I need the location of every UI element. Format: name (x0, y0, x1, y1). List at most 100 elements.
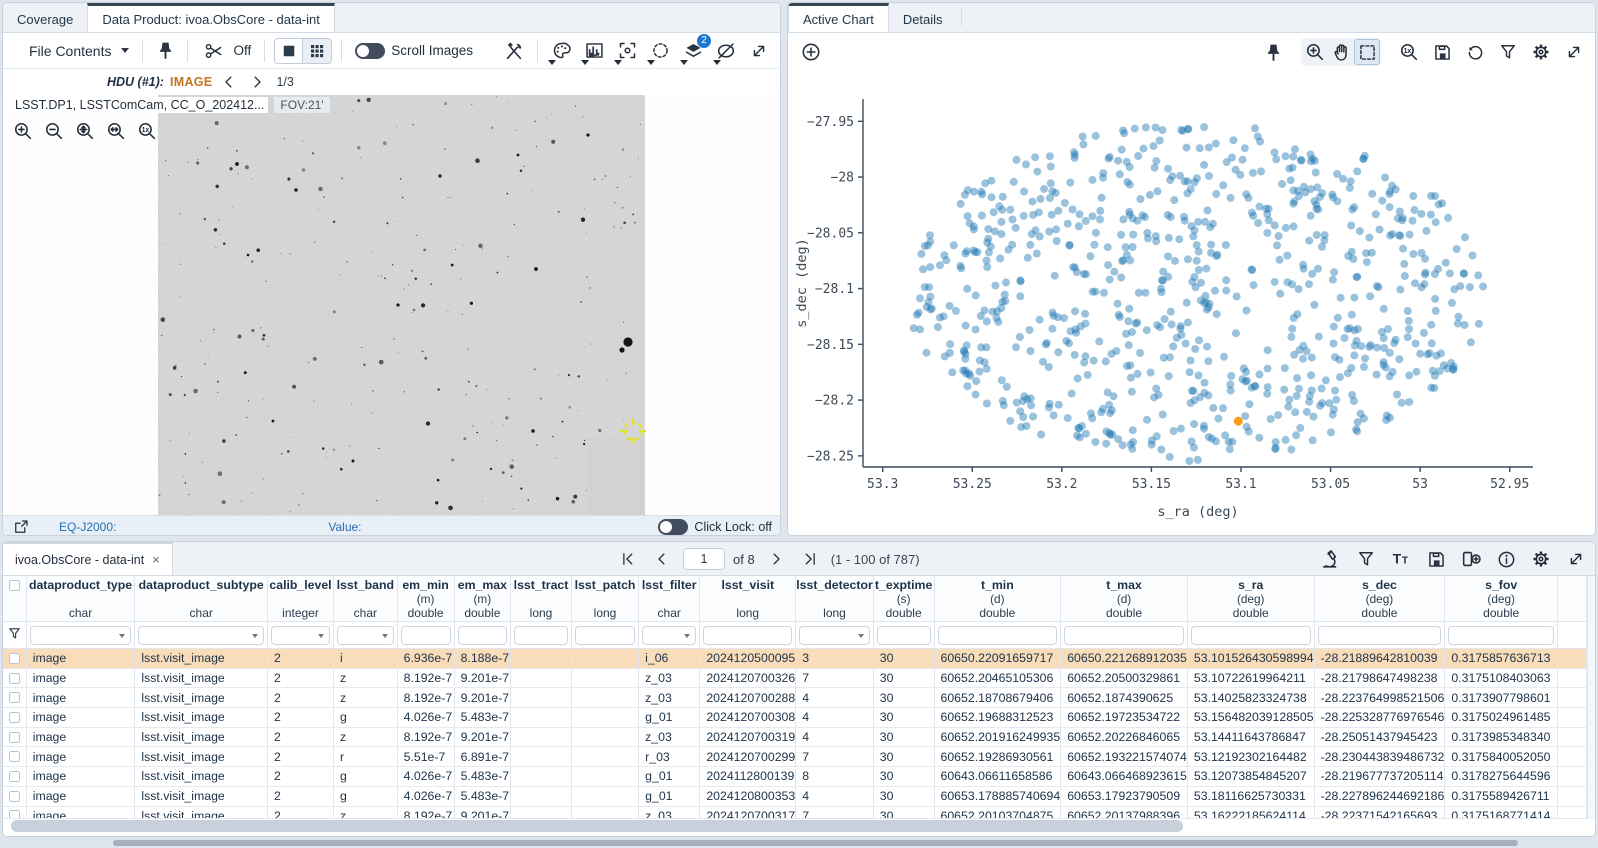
cell-lsst_tract[interactable] (511, 708, 572, 728)
cell-t_exptime[interactable]: 30 (873, 747, 934, 767)
cell-s_ra[interactable]: 53.156482039128505 (1187, 708, 1314, 728)
select-all-checkbox[interactable] (9, 580, 20, 591)
cell-lsst_band[interactable]: z (334, 688, 398, 708)
circle-select-icon[interactable] (647, 38, 673, 64)
cell-lsst_visit[interactable]: 2024120700308 (700, 708, 796, 728)
cell-dataproduct_subtype[interactable]: lsst.visit_image (135, 747, 268, 767)
table-row[interactable]: imagelsst.visit_image2g4.026e-75.483e-7g… (3, 786, 1587, 806)
cell-lsst_band[interactable]: r (334, 747, 398, 767)
cell-em_max[interactable]: 6.891e-7 (454, 747, 511, 767)
cell-lsst_visit[interactable]: 2024112800139 (700, 767, 796, 787)
cell-em_max[interactable]: 9.201e-7 (454, 806, 511, 819)
cell-lsst_detector[interactable]: 4 (796, 786, 874, 806)
filter-input-s_fov[interactable] (1448, 626, 1554, 645)
table-row[interactable]: imagelsst.visit_image2z8.192e-79.201e-7z… (3, 727, 1587, 747)
table-row[interactable]: imagelsst.visit_image2g4.026e-75.483e-7g… (3, 708, 1587, 728)
cell-t_min[interactable]: 60650.22091659717 (934, 649, 1061, 669)
cell-t_max[interactable]: 60652.20137988396 (1061, 806, 1188, 819)
cell-calib_level[interactable]: 2 (268, 649, 334, 669)
selected-point[interactable] (1234, 417, 1243, 426)
cell-calib_level[interactable]: 2 (268, 668, 334, 688)
cell-s_fov[interactable]: 0.3175589426711 (1445, 786, 1558, 806)
column-header-lsst_tract[interactable]: lsst_tract long (511, 576, 572, 622)
column-header-em_max[interactable]: em_max(m)double (454, 576, 511, 622)
pin-icon[interactable] (152, 38, 178, 64)
add-column-icon[interactable] (1458, 546, 1484, 572)
cell-t_exptime[interactable]: 30 (873, 668, 934, 688)
column-header-s_dec[interactable]: s_dec(deg)double (1314, 576, 1445, 622)
page-number-input[interactable] (683, 548, 725, 570)
cell-lsst_detector[interactable]: 4 (796, 727, 874, 747)
cell-dataproduct_subtype[interactable]: lsst.visit_image (135, 786, 268, 806)
tab-active-chart[interactable]: Active Chart (788, 3, 889, 32)
scroll-images-toggle[interactable]: Scroll Images (351, 41, 477, 61)
cell-lsst_filter[interactable]: r_03 (639, 747, 700, 767)
table-scroll-area[interactable]: dataproduct_type chardataproduct_subtype… (3, 576, 1587, 819)
cell-lsst_visit[interactable]: 2024120800353 (700, 786, 796, 806)
cell-t_max[interactable]: 60652.20226846065 (1061, 727, 1188, 747)
cell-dataproduct_subtype[interactable]: lsst.visit_image (135, 688, 268, 708)
column-header-t_exptime[interactable]: t_exptime(s)double (873, 576, 934, 622)
column-header-s_ra[interactable]: s_ra(deg)double (1187, 576, 1314, 622)
cell-lsst_tract[interactable] (511, 747, 572, 767)
cell-em_max[interactable]: 5.483e-7 (454, 767, 511, 787)
cell-lsst_filter[interactable]: z_03 (639, 688, 700, 708)
cell-calib_level[interactable]: 2 (268, 688, 334, 708)
cell-s_dec[interactable]: -28.25051437945423 (1314, 727, 1445, 747)
horizontal-scrollbar[interactable] (9, 819, 1589, 833)
cell-lsst_visit[interactable]: 2024120700326 (700, 668, 796, 688)
chevron-right-icon[interactable] (763, 546, 789, 572)
filter-input-lsst_band[interactable] (337, 626, 394, 645)
cell-s_fov[interactable]: 0.3175024961485 (1445, 708, 1558, 728)
cell-s_ra[interactable]: 53.14411643786847 (1187, 727, 1314, 747)
filter-input-em_min[interactable] (401, 626, 451, 645)
cell-lsst_filter[interactable]: g_01 (639, 708, 700, 728)
cell-lsst_visit[interactable]: 2024120700317 (700, 806, 796, 819)
unlink-icon[interactable] (713, 38, 739, 64)
cell-em_max[interactable]: 5.483e-7 (454, 708, 511, 728)
cell-lsst_band[interactable]: g (334, 708, 398, 728)
filter-input-lsst_patch[interactable] (575, 626, 635, 645)
cell-em_max[interactable]: 9.201e-7 (454, 668, 511, 688)
cell-dataproduct_subtype[interactable]: lsst.visit_image (135, 727, 268, 747)
cell-t_exptime[interactable]: 30 (873, 786, 934, 806)
cell-em_max[interactable]: 5.483e-7 (454, 786, 511, 806)
cell-em_min[interactable]: 4.026e-7 (397, 708, 454, 728)
cell-t_max[interactable]: 60653.17923790509 (1061, 786, 1188, 806)
cell-dataproduct_subtype[interactable]: lsst.visit_image (135, 767, 268, 787)
cell-calib_level[interactable]: 2 (268, 727, 334, 747)
cell-s_ra[interactable]: 53.12192302164482 (1187, 747, 1314, 767)
info-icon[interactable] (1493, 546, 1519, 572)
cell-dataproduct_type[interactable]: image (26, 786, 135, 806)
cell-t_min[interactable]: 60652.20103704875 (934, 806, 1061, 819)
table-row[interactable]: imagelsst.visit_image2r5.51e-76.891e-7r_… (3, 747, 1587, 767)
cell-s_dec[interactable]: -28.22371542165693 (1314, 806, 1445, 819)
filter-input-t_exptime[interactable] (877, 626, 931, 645)
chevron-right-icon[interactable] (246, 71, 268, 93)
cell-s_dec[interactable]: -28.219677737205114 (1314, 767, 1445, 787)
cell-lsst_patch[interactable] (571, 747, 638, 767)
table-row[interactable]: imagelsst.visit_image2z8.192e-79.201e-7z… (3, 668, 1587, 688)
filter-icon[interactable] (1353, 546, 1379, 572)
filter-input-lsst_tract[interactable] (514, 626, 568, 645)
cell-em_min[interactable]: 5.51e-7 (397, 747, 454, 767)
filter-input-lsst_visit[interactable] (703, 626, 792, 645)
cell-t_min[interactable]: 60643.06611658586 (934, 767, 1061, 787)
cell-dataproduct_type[interactable]: image (26, 806, 135, 819)
cell-lsst_detector[interactable]: 4 (796, 708, 874, 728)
row-checkbox[interactable] (9, 653, 20, 664)
file-contents-dropdown[interactable]: File Contents (25, 41, 133, 61)
cell-dataproduct_subtype[interactable]: lsst.visit_image (135, 708, 268, 728)
cell-lsst_patch[interactable] (571, 668, 638, 688)
cell-s_dec[interactable]: -28.227896244692186 (1314, 786, 1445, 806)
table-row[interactable]: imagelsst.visit_image2z8.192e-79.201e-7z… (3, 688, 1587, 708)
cell-dataproduct_subtype[interactable]: lsst.visit_image (135, 806, 268, 819)
gear-icon[interactable] (1528, 546, 1554, 572)
expand-icon[interactable] (1561, 39, 1587, 65)
cell-t_max[interactable]: 60652.20500329861 (1061, 668, 1188, 688)
cell-lsst_band[interactable]: i (334, 649, 398, 669)
cell-t_min[interactable]: 60652.19688312523 (934, 708, 1061, 728)
cell-t_max[interactable]: 60650.221268912035 (1061, 649, 1188, 669)
cell-t_exptime[interactable]: 30 (873, 806, 934, 819)
cell-t_max[interactable]: 60643.066468923615 (1061, 767, 1188, 787)
